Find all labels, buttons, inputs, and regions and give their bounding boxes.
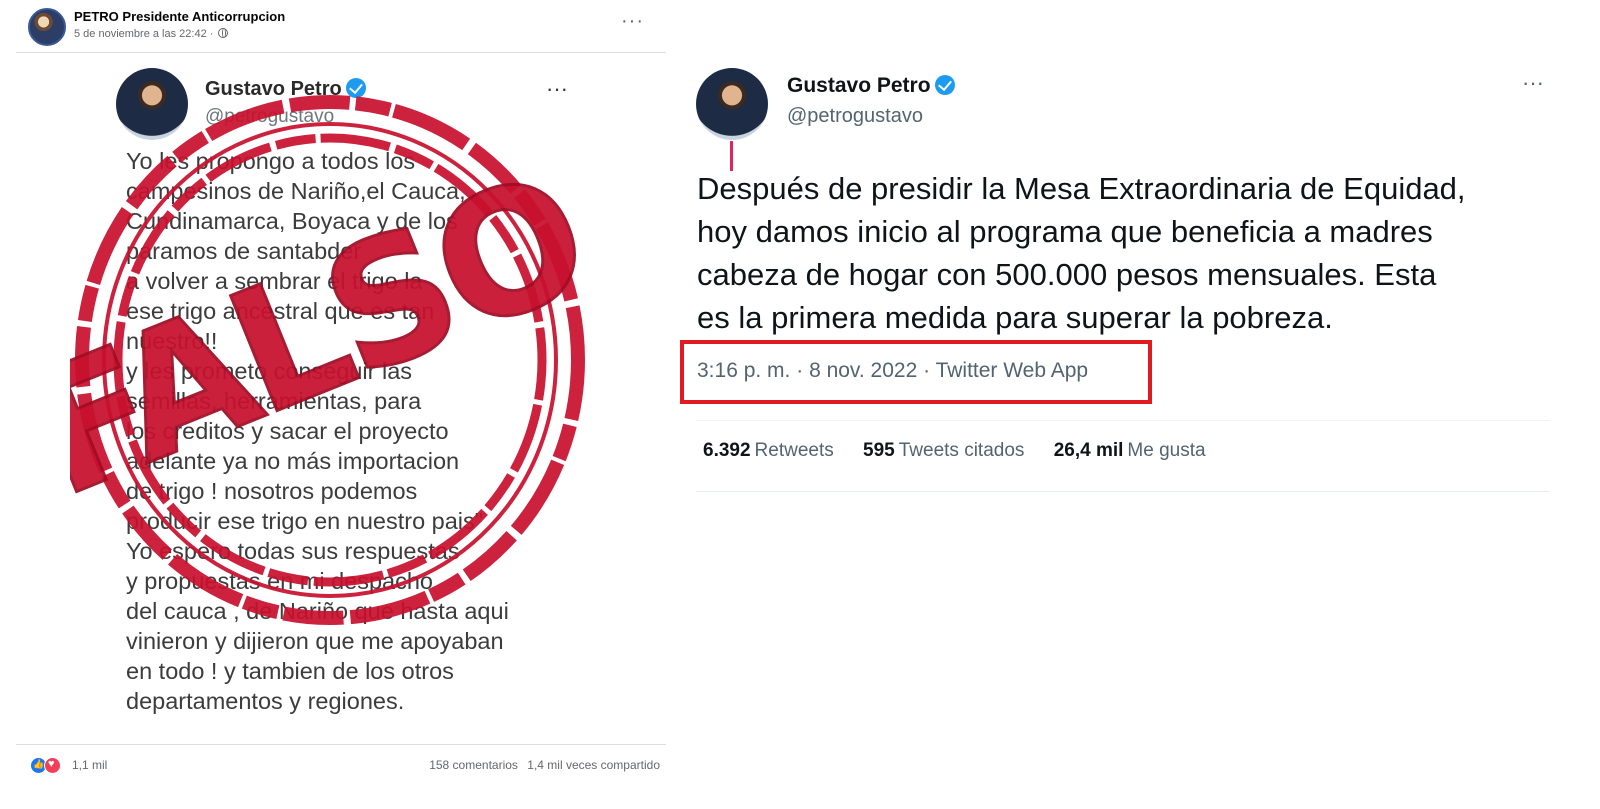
tweet-line: Yo les propongo a todos los (126, 148, 416, 174)
tweet-line: es la primera medida para superar la pob… (697, 300, 1333, 335)
tweet-line: del cauca , de Nariño que hasta aqui (126, 598, 509, 624)
divider (16, 744, 666, 745)
facebook-post-header: PETRO Presidente Anticorrupcion 5 de nov… (26, 6, 666, 48)
tweet-line: Yo espero todas sus respuestas (126, 538, 460, 564)
tweet-line: vinieron y dijieron que me apoyaban (126, 628, 504, 654)
page-avatar[interactable] (28, 8, 66, 46)
tweet-line: los creditos y sacar el proyecto (126, 418, 449, 444)
verified-badge-icon (345, 78, 366, 98)
post-options-button[interactable]: ··· (621, 10, 644, 33)
tweet-line: nuestro!! (126, 328, 218, 354)
divider (696, 491, 1550, 492)
tweet-date[interactable]: 8 nov. 2022 (790, 359, 917, 382)
facebook-post-footer: 1,1 mil 158 comentarios 1,4 mil veces co… (30, 756, 660, 776)
stat-value: 6.392 (703, 440, 751, 461)
author-name-text[interactable]: Gustavo Petro (787, 74, 931, 97)
tweet-line: Después de presidir la Mesa Extraordinar… (697, 171, 1466, 206)
tweet-author-handle: @petrogustavo (205, 106, 335, 127)
reactions-count[interactable]: 1,1 mil (72, 758, 107, 772)
tweet-author-handle[interactable]: @petrogustavo (787, 105, 923, 128)
stat-value: 595 (863, 440, 895, 461)
tweet-line: en todo ! y tambien de los otros (126, 658, 454, 684)
tweet-line: departamentos y regiones. (126, 688, 405, 714)
shares-count[interactable]: 1,4 mil veces compartido (527, 758, 660, 772)
love-reaction-icon[interactable] (44, 757, 61, 774)
divider (696, 420, 1550, 421)
tweet-line: producir ese trigo en nuestro pais" (126, 508, 484, 534)
tweet-line: Cundinamarca, Boyaca y de los (126, 208, 458, 234)
author-name-text: Gustavo Petro (205, 78, 342, 100)
tweet-line: paramos de santabder (126, 238, 362, 264)
tweet-author-name: Gustavo Petro (205, 78, 366, 101)
post-date[interactable]: 5 de noviembre a las 22:42 · (74, 28, 213, 40)
tweet-metadata: 3:16 p. m.8 nov. 2022Twitter Web App (697, 359, 1088, 383)
tweet-line: y les prometo conseguir las (126, 358, 413, 384)
avatar[interactable] (696, 68, 768, 140)
stat-value: 26,4 mil (1053, 440, 1124, 461)
likes-stat[interactable]: 26,4 mil Me gusta (1054, 440, 1206, 462)
tweet-author-name[interactable]: Gustavo Petro (787, 74, 955, 98)
tweet-line: y propuestas en mi despacho (126, 568, 433, 594)
engagement-counts: 158 comentarios 1,4 mil veces compartido (429, 758, 660, 772)
avatar (116, 68, 188, 140)
fake-tweet-text: Yo les propongo a todos los campesinos d… (126, 146, 566, 716)
page-name[interactable]: PETRO Presidente Anticorrupcion (74, 9, 285, 24)
fake-tweet-image: Gustavo Petro @petrogustavo ··· Yo les p… (108, 62, 578, 732)
tweet-stats: 6.392 Retweets 595 Tweets citados 26,4 mil… (703, 440, 1230, 462)
stat-label: Retweets (754, 440, 834, 461)
tweet-line: semillas, herramientas, para (126, 388, 422, 414)
stat-label: Tweets citados (898, 440, 1025, 461)
tweet-line: hoy damos inicio al programa que benefic… (697, 214, 1433, 249)
tweet-line: a volver a sembrar el trigo la (126, 268, 423, 294)
divider (16, 52, 666, 53)
comments-count[interactable]: 158 comentarios (429, 758, 518, 772)
verified-badge-icon (934, 75, 955, 95)
post-timestamp[interactable]: 5 de noviembre a las 22:42 · (74, 28, 229, 40)
tweet-line: cabeza de hogar con 500.000 pesos mensua… (697, 257, 1437, 292)
more-icon: ··· (546, 76, 568, 101)
more-options-button[interactable]: ··· (1522, 70, 1544, 96)
tweet-line: ese trigo ancestral que es tan (126, 298, 435, 324)
tweet-text: Después de presidir la Mesa Extraordinar… (697, 167, 1577, 339)
quote-tweets-stat[interactable]: 595 Tweets citados (863, 440, 1024, 462)
tweet-source[interactable]: Twitter Web App (917, 359, 1088, 382)
globe-icon (218, 28, 229, 38)
retweets-stat[interactable]: 6.392 Retweets (703, 440, 834, 462)
tweet-line: adelante ya no más importacion (126, 448, 460, 474)
tweet-line: campesinos de Nariño,el Cauca, (126, 178, 466, 204)
tweet-time[interactable]: 3:16 p. m. (697, 359, 790, 382)
stat-label: Me gusta (1127, 440, 1206, 461)
tweet-line: de trigo ! nosotros podemos (126, 478, 418, 504)
